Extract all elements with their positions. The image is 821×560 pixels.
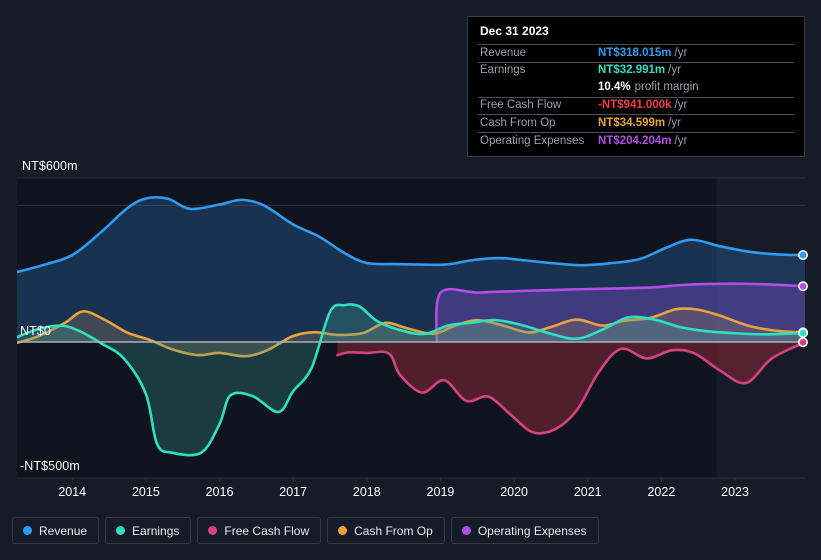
tooltip-row-label: Free Cash Flow: [480, 99, 562, 112]
tooltip-row-value: NT$318.015m: [598, 46, 672, 59]
tooltip-date: Dec 31 2023: [480, 24, 549, 38]
legend-item-free-cash-flow[interactable]: Free Cash Flow: [197, 517, 322, 544]
tooltip-row: Revenue NT$318.015m/yr: [478, 44, 794, 62]
legend-color-dot-icon: [208, 526, 218, 535]
data-tooltip: Dec 31 2023 Revenue NT$318.015m/yr Earning…: [467, 16, 805, 157]
tooltip-row-label: Earnings: [480, 64, 526, 77]
legend-item-cash-from-op[interactable]: Cash From Op: [327, 517, 445, 544]
tooltip-row-label: Operating Expenses: [480, 134, 585, 147]
tooltip-row-value: NT$34.599m: [598, 116, 666, 129]
tooltip-row-unit: /yr: [674, 134, 688, 147]
tooltip-row-unit: /yr: [674, 99, 688, 112]
tooltip-row: Cash From Op NT$34.599m/yr: [478, 114, 794, 132]
legend-item-label: Free Cash Flow: [224, 523, 310, 538]
tooltip-row-unit: /yr: [668, 64, 681, 77]
tooltip-row: Earnings NT$32.991m/yr: [478, 61, 794, 80]
financial-chart: NT$600m NT$0 -NT$500m 2014 2015 2016 2017 20…: [0, 0, 821, 560]
legend-item-label: Operating Expenses: [477, 523, 587, 538]
tooltip-rows: Revenue NT$318.015m/yr Earnings NT$32.991m /…: [478, 44, 794, 150]
tooltip-row-value: NT$32.991m: [598, 64, 666, 77]
tooltip-row-value: -NT$941.000k: [598, 99, 672, 112]
legend-color-dot-icon: [461, 526, 471, 535]
legend-color-dot-icon: [338, 526, 348, 535]
legend-item-operating-expenses[interactable]: Operating Expenses: [450, 517, 599, 544]
tooltip-row: Free Cash Flow -NT$941.000k/yr: [478, 96, 794, 115]
legend-item-label: Earnings: [132, 523, 180, 538]
tooltip-row-unit: /yr: [674, 46, 688, 59]
legend-item-earnings[interactable]: Earnings: [105, 517, 192, 544]
tooltip-row-label: Revenue: [480, 46, 527, 59]
tooltip-row-unit: /yr: [668, 116, 681, 129]
legend-color-dot-icon: [116, 526, 126, 535]
tooltip-row-subtext: profit margin: [634, 81, 699, 94]
chart-legend: Revenue Earnings Free Cash Flow Cash From O…: [12, 517, 599, 544]
legend-item-label: Cash From Op: [354, 523, 433, 538]
x-axis-ticks: [71, 478, 736, 482]
tooltip-row-label: Cash From Op: [480, 116, 556, 129]
legend-color-dot-icon: [23, 526, 32, 535]
tooltip-row-value: NT$204.204m: [598, 134, 672, 147]
tooltip-row-value: 10.4%: [598, 81, 631, 94]
tooltip-row: 10.4% profit margin: [478, 79, 794, 97]
legend-item-revenue[interactable]: Revenue: [12, 517, 100, 544]
legend-item-label: Revenue: [39, 523, 88, 538]
tooltip-row: Operating Expenses NT$204.204m/yr: [478, 131, 794, 150]
